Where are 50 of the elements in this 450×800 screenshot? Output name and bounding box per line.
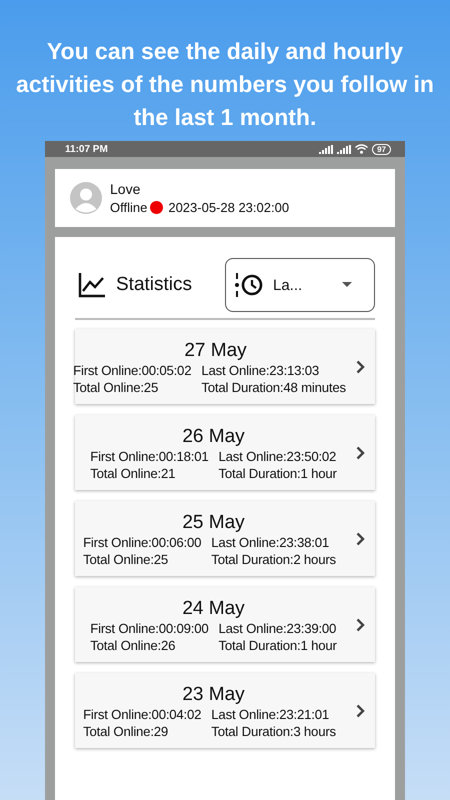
day-card[interactable]: 25 May First Online:00:06:00 Last Online:23:38:01 Total Online:25 Total Duration:2 hours (75, 501, 375, 576)
total-duration: Total Duration:1 hour (218, 638, 337, 652)
first-online: First Online:00:06:00 (83, 534, 202, 550)
first-online: First Online:00:09:00 (90, 620, 208, 636)
last-online: Last Online:23:38:01 (211, 534, 330, 550)
total-online: Total Online:25 (73, 380, 160, 394)
total-duration: Total Duration:2 hours (211, 552, 336, 566)
chevron-right-icon (356, 704, 365, 718)
status-label: Offline (110, 200, 148, 215)
dropdown-arrow-icon (342, 282, 352, 288)
wifi-icon (355, 144, 368, 154)
period-dropdown[interactable]: La... (225, 258, 375, 312)
day-card[interactable]: 24 May First Online:00:09:00 Last Online:23:39:00 Total Online:26 Total Duration:1 hour (75, 587, 375, 662)
last-seen: 2023-05-28 23:02:00 (168, 200, 290, 215)
day-date: 25 May (182, 510, 245, 534)
day-date: 27 May (184, 338, 247, 362)
day-card[interactable]: 27 May First Online:00:05:02 Last Online:23:13:03 Total Online:25 Total Duration:48 minutes (75, 329, 375, 404)
day-date: 23 May (182, 682, 245, 706)
total-duration: Total Duration:1 hour (218, 466, 337, 480)
total-online: Total Online:25 (83, 552, 170, 566)
total-online: Total Online:26 (90, 638, 176, 652)
avatar-icon (70, 182, 102, 214)
first-online: First Online:00:05:02 (73, 362, 192, 378)
total-online: Total Online:29 (83, 724, 170, 738)
signal-icon (337, 144, 352, 154)
chevron-right-icon (356, 532, 365, 546)
total-duration: Total Duration:48 minutes (201, 380, 346, 394)
chart-icon (78, 272, 106, 298)
history-icon (234, 272, 264, 298)
headline: You can see the daily and hourly activities of the numbers you follow in the last 1 month. (15, 37, 435, 132)
day-date: 26 May (182, 424, 245, 448)
chevron-right-icon (356, 446, 365, 460)
day-date: 24 May (182, 596, 245, 620)
contact-name: Love (110, 181, 142, 197)
statistics-title: Statistics (116, 274, 194, 296)
last-online: Last Online:23:50:02 (218, 448, 337, 464)
first-online: First Online:00:18:01 (90, 448, 208, 464)
day-card[interactable]: 26 May First Online:00:18:01 Last Online:23:50:02 Total Online:21 Total Duration:1 hour (75, 415, 375, 490)
battery-indicator: 97 (372, 144, 391, 154)
total-duration: Total Duration:3 hours (211, 724, 336, 738)
last-online: Last Online:23:21:01 (211, 706, 330, 722)
last-online: Last Online:23:39:00 (218, 620, 337, 636)
day-card[interactable]: 23 May First Online:00:04:02 Last Online:23:21:01 Total Online:29 Total Duration:3 hours (75, 673, 375, 748)
signal-icon (319, 144, 334, 154)
total-online: Total Online:21 (90, 466, 176, 480)
last-online: Last Online:23:13:03 (201, 362, 320, 378)
first-online: First Online:00:04:02 (83, 706, 202, 722)
clock: 11:07 PM (65, 144, 108, 154)
chevron-right-icon (356, 360, 365, 374)
chevron-right-icon (356, 618, 365, 632)
